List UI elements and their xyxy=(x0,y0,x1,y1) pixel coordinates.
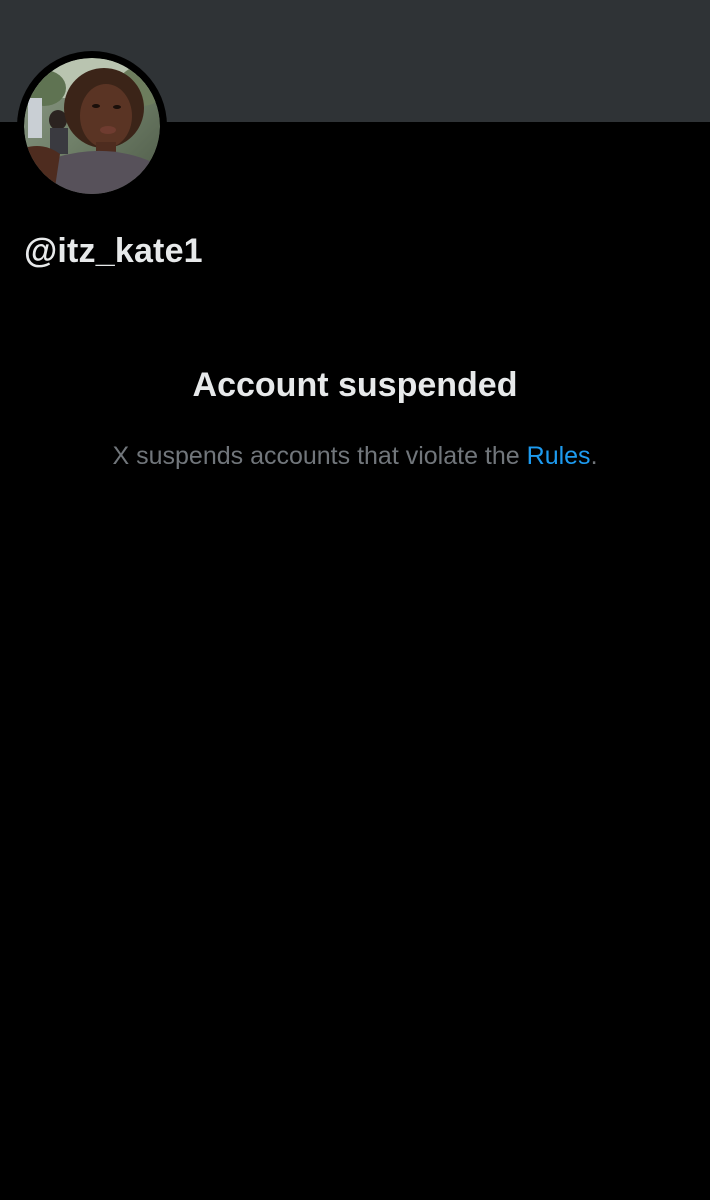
profile-photo-icon xyxy=(24,58,160,194)
avatar[interactable] xyxy=(17,51,167,201)
profile-handle: @itz_kate1 xyxy=(24,232,203,270)
suspension-description-period: . xyxy=(590,442,598,470)
rules-link[interactable]: Rules xyxy=(527,442,591,470)
suspension-title: Account suspended xyxy=(192,366,518,404)
suspension-description-text: X suspends accounts that violate the xyxy=(112,442,527,470)
suspension-description: X suspends accounts that violate the Rul… xyxy=(0,442,710,471)
